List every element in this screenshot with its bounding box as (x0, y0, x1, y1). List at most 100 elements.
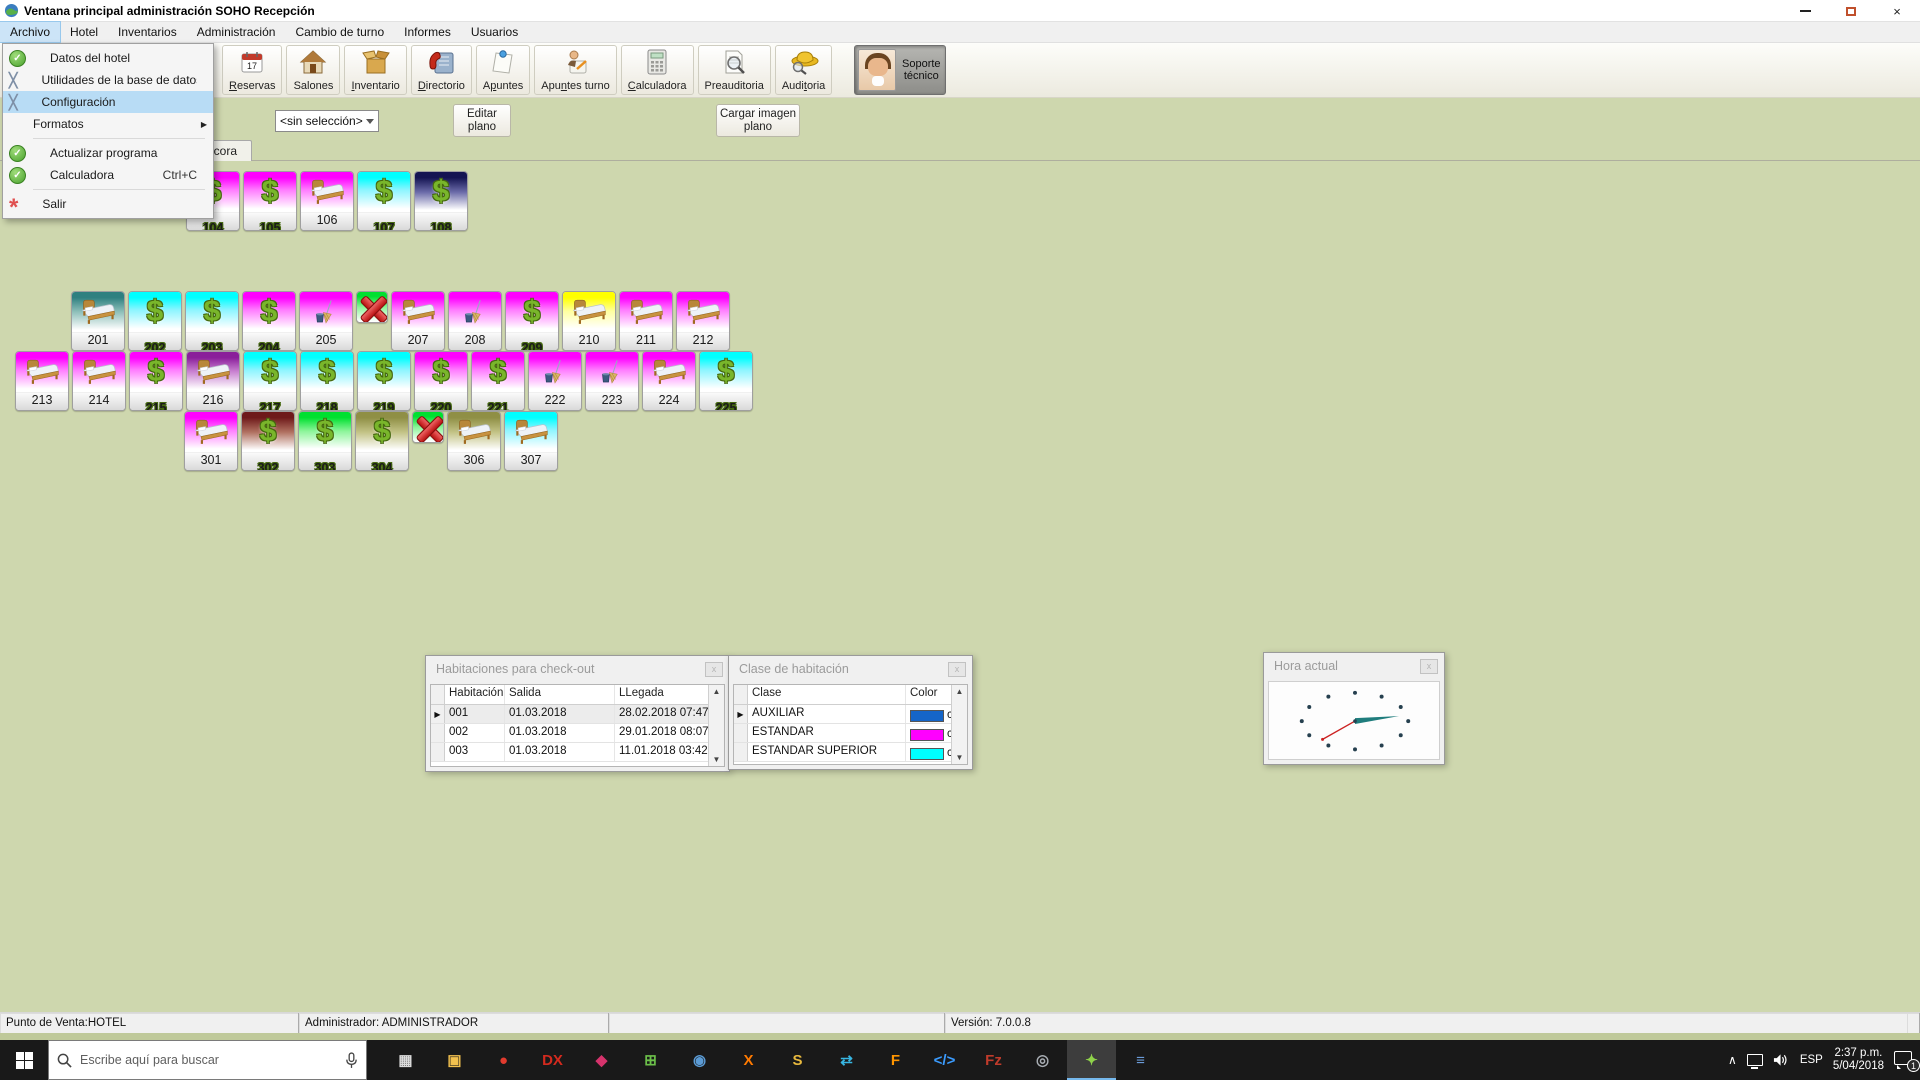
directorio-button[interactable]: Directorio (410, 45, 472, 95)
cargar-imagen-plano-button[interactable]: Cargar imagen plano (716, 104, 800, 137)
room-tile[interactable]: $ 213 (15, 351, 69, 411)
minimize-button[interactable] (1782, 0, 1828, 22)
panel-close-button[interactable]: x (948, 661, 966, 677)
taskbar-app-icon[interactable]: ⇄ (822, 1040, 871, 1080)
apuntes-button[interactable]: Apuntes (475, 45, 531, 95)
menu-item[interactable]: Actualizar programa ▶ (3, 142, 213, 164)
room-tile[interactable]: $ 202 (128, 291, 182, 351)
scroll-up-icon[interactable]: ▲ (713, 687, 721, 696)
menu-item[interactable]: Calculadora Ctrl+C ▶ (3, 164, 213, 186)
panel-close-button[interactable]: x (1420, 658, 1438, 674)
checkout-row[interactable]: 003 01.03.2018 11.01.2018 03:42 (431, 743, 724, 762)
room-tile[interactable]: $ 218 (300, 351, 354, 411)
room-tile[interactable]: $ 209 (505, 291, 559, 351)
class-panel-titlebar[interactable]: Clase de habitación x (729, 656, 972, 682)
language-indicator[interactable]: ESP (1800, 1054, 1823, 1066)
maximize-button[interactable] (1828, 0, 1874, 22)
reservas-button[interactable]: 17 Reservas (222, 45, 283, 95)
taskbar-app-icon[interactable]: X (724, 1040, 773, 1080)
apuntes-turno-button[interactable]: Apuntes turno (534, 45, 617, 95)
room-tile[interactable]: $ 302 (241, 411, 295, 471)
menubar-item[interactable]: Cambio de turno (285, 22, 394, 42)
taskbar-app-icon[interactable]: ▣ (430, 1040, 479, 1080)
class-row[interactable]: ESTANDAR clFuc (734, 724, 967, 743)
menu-item[interactable]: Configuración ▶ (3, 91, 213, 113)
taskbar-search[interactable]: Escribe aquí para buscar (48, 1040, 367, 1080)
soporte-tecnico-button[interactable]: Soporte técnico (854, 45, 947, 95)
menubar-item[interactable]: Informes (394, 22, 461, 42)
menubar-item[interactable]: Inventarios (108, 22, 187, 42)
checkout-scrollbar[interactable]: ▲ ▼ (708, 685, 724, 766)
tray-chevron-icon[interactable]: ∧ (1728, 1053, 1737, 1067)
taskbar-app-icon[interactable]: Fz (969, 1040, 1018, 1080)
room-tile[interactable]: $ 304 (355, 411, 409, 471)
class-row[interactable]: ▶ AUXILIAR clMer (734, 705, 967, 724)
close-button[interactable]: × (1874, 0, 1920, 22)
room-tile[interactable]: $ 219 (357, 351, 411, 411)
menu-item[interactable]: ▶ (3, 186, 213, 193)
calculadora-button[interactable]: Calculadora (620, 45, 694, 95)
room-tile[interactable]: $ 204 (242, 291, 296, 351)
salones-button[interactable]: Salones (286, 45, 341, 95)
room-tile[interactable]: $ 201 (71, 291, 125, 351)
class-row[interactable]: ESTANDAR SUPERIOR clAqu (734, 743, 967, 762)
room-tile[interactable]: $ 206 (356, 291, 388, 323)
taskbar-app-icon[interactable]: ▦ (381, 1040, 430, 1080)
room-tile[interactable]: $ 303 (298, 411, 352, 471)
checkout-panel-titlebar[interactable]: Habitaciones para check-out x (426, 656, 729, 682)
room-tile[interactable]: $ 207 (391, 291, 445, 351)
menu-item[interactable]: Salir ▶ (3, 193, 213, 215)
preauditoria-button[interactable]: Preauditoria (697, 45, 771, 95)
room-tile[interactable]: $ 208 (448, 291, 502, 351)
room-tile[interactable]: $ 216 (186, 351, 240, 411)
room-tile[interactable]: $ 223 (585, 351, 639, 411)
room-tile[interactable]: $ 108 (414, 171, 468, 231)
room-tile[interactable]: $ 203 (185, 291, 239, 351)
scroll-up-icon[interactable]: ▲ (956, 687, 964, 696)
scroll-down-icon[interactable]: ▼ (713, 755, 721, 764)
menubar-item[interactable]: Archivo (0, 21, 62, 43)
checkout-row[interactable]: ▶ 001 01.03.2018 28.02.2018 07:47 (431, 705, 724, 724)
room-tile[interactable]: $ 217 (243, 351, 297, 411)
clock-panel-titlebar[interactable]: Hora actual x (1264, 653, 1444, 679)
taskbar-app-icon[interactable]: S (773, 1040, 822, 1080)
checkout-row[interactable]: 002 01.03.2018 29.01.2018 08:07 (431, 724, 724, 743)
room-tile[interactable]: $ 222 (528, 351, 582, 411)
room-tile[interactable]: $ 205 (299, 291, 353, 351)
menu-item[interactable]: ▶ (3, 135, 213, 142)
menu-item[interactable]: Datos del hotel ▶ (3, 47, 213, 69)
room-tile[interactable]: $ 220 (414, 351, 468, 411)
inventario-button[interactable]: Inventario (344, 45, 407, 95)
plan-selector-dropdown[interactable]: <sin selección> (275, 110, 379, 132)
room-tile[interactable]: $ 215 (129, 351, 183, 411)
room-tile[interactable]: $ 307 (504, 411, 558, 471)
taskbar-clock[interactable]: 2:37 p.m. 5/04/2018 (1833, 1047, 1884, 1073)
room-tile[interactable]: $ 210 (562, 291, 616, 351)
room-tile[interactable]: $ 105 (243, 171, 297, 231)
editar-plano-button[interactable]: Editar plano (453, 104, 511, 137)
room-tile[interactable]: $ 214 (72, 351, 126, 411)
taskbar-app-icon[interactable]: ◎ (1018, 1040, 1067, 1080)
notification-center-icon[interactable]: 1 (1894, 1051, 1920, 1072)
network-icon[interactable] (1746, 1054, 1763, 1069)
taskbar-app-icon[interactable]: ✦ (1067, 1040, 1116, 1080)
room-tile[interactable]: $ 225 (699, 351, 753, 411)
scroll-down-icon[interactable]: ▼ (956, 753, 964, 762)
menu-item[interactable]: Formatos ▶ (3, 113, 213, 135)
column-salida[interactable]: Salida (505, 685, 615, 704)
room-tile[interactable]: $ 211 (619, 291, 673, 351)
auditoria-button[interactable]: Auditoria (774, 45, 833, 95)
menubar-item[interactable]: Usuarios (461, 22, 528, 42)
class-scrollbar[interactable]: ▲ ▼ (951, 685, 967, 764)
room-tile[interactable]: $ 301 (184, 411, 238, 471)
panel-close-button[interactable]: x (705, 661, 723, 677)
room-tile[interactable]: $ 306 (447, 411, 501, 471)
menubar-item[interactable]: Hotel (60, 22, 108, 42)
column-habitacion[interactable]: Habitación (445, 685, 505, 704)
start-button[interactable] (0, 1040, 48, 1080)
taskbar-app-icon[interactable]: ● (479, 1040, 528, 1080)
column-clase[interactable]: Clase (748, 685, 906, 704)
room-tile[interactable]: $ 305 (412, 411, 444, 443)
taskbar-app-icon[interactable]: ◆ (577, 1040, 626, 1080)
room-tile[interactable]: $ 212 (676, 291, 730, 351)
